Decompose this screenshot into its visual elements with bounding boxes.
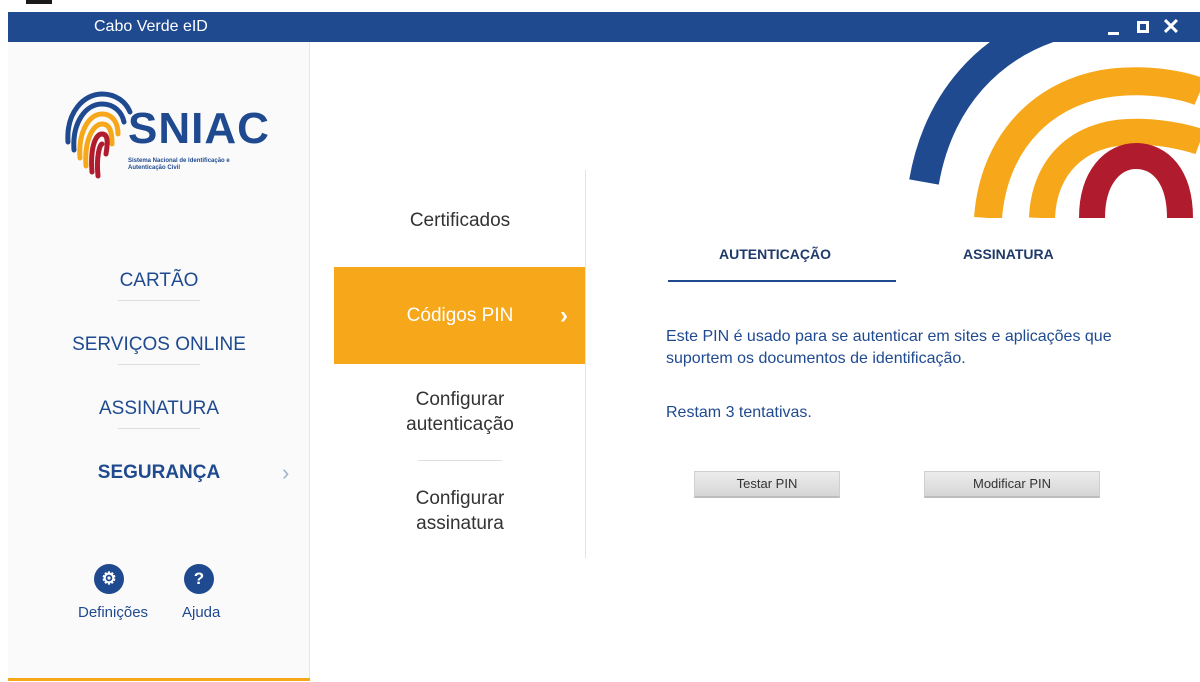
menu-item-configurar-autenticacao[interactable]: Configurar autenticação: [334, 387, 586, 437]
menu-panel-divider: [585, 170, 586, 558]
tab-autenticacao[interactable]: AUTENTICAÇÃO: [719, 246, 831, 262]
gear-icon: ⚙: [101, 569, 117, 588]
minimize-icon: [1108, 32, 1119, 35]
sidebar-bottom-accent: [8, 678, 310, 681]
close-button[interactable]: ✕: [1158, 12, 1184, 42]
sidebar-divider: [118, 300, 200, 301]
title-bar[interactable]: Cabo Verde eID ✕: [8, 12, 1200, 42]
desktop-top-strip: [0, 0, 1200, 12]
sidebar-item-cartao[interactable]: CARTÃO: [8, 270, 310, 292]
logo-wordmark: SNIAC: [128, 104, 270, 153]
question-icon: ?: [193, 569, 205, 588]
menu-item-label: Configurar assinatura: [415, 488, 505, 534]
menu-divider: [418, 460, 502, 461]
decorative-arcs: [909, 42, 1200, 218]
window-title: Cabo Verde eID: [94, 18, 208, 35]
pin-description: Este PIN é usado para se autenticar em s…: [666, 328, 1112, 367]
maximize-button[interactable]: [1130, 12, 1156, 42]
settings-label[interactable]: Definições: [78, 604, 148, 621]
sidebar-item-seguranca[interactable]: SEGURANÇA: [8, 462, 310, 484]
settings-button[interactable]: ⚙: [94, 564, 124, 594]
close-icon: ✕: [1161, 14, 1181, 39]
logo-subtitle: Sistema Nacional de Identificação e Aute…: [128, 158, 230, 171]
maximize-icon: [1137, 21, 1149, 33]
tab-assinatura[interactable]: ASSINATURA: [963, 246, 1054, 262]
test-pin-button[interactable]: Testar PIN: [694, 471, 840, 498]
help-button[interactable]: ?: [184, 564, 214, 594]
sidebar-divider: [118, 364, 200, 365]
attempts-remaining: Restam 3 tentativas.: [666, 404, 812, 421]
menu-item-codigos-pin[interactable]: Códigos PIN ›: [334, 267, 586, 364]
desktop-mark: [26, 0, 52, 4]
sidebar-item-servicos-online[interactable]: SERVIÇOS ONLINE: [8, 334, 310, 356]
sidebar: SNIAC Sistema Nacional de Identificação …: [8, 42, 310, 680]
modify-pin-button[interactable]: Modificar PIN: [924, 471, 1100, 498]
minimize-button[interactable]: [1100, 12, 1126, 42]
menu-item-certificados[interactable]: Certificados: [334, 208, 586, 233]
sidebar-divider: [118, 428, 200, 429]
menu-item-label: Configurar autenticação: [406, 389, 514, 435]
app-window: Cabo Verde eID ✕ SNIAC Sistema Nacional …: [8, 12, 1200, 682]
menu-item-label: Códigos PIN: [406, 305, 514, 326]
fingerprint-icon: [65, 91, 133, 179]
chevron-right-icon: ›: [282, 460, 290, 485]
help-label[interactable]: Ajuda: [182, 604, 220, 621]
sniac-logo: SNIAC Sistema Nacional de Identificação …: [64, 82, 269, 182]
menu-item-configurar-assinatura[interactable]: Configurar assinatura: [334, 486, 586, 536]
chevron-right-icon: ›: [560, 302, 568, 329]
sidebar-item-assinatura[interactable]: ASSINATURA: [8, 398, 310, 420]
active-tab-indicator: [668, 280, 896, 282]
